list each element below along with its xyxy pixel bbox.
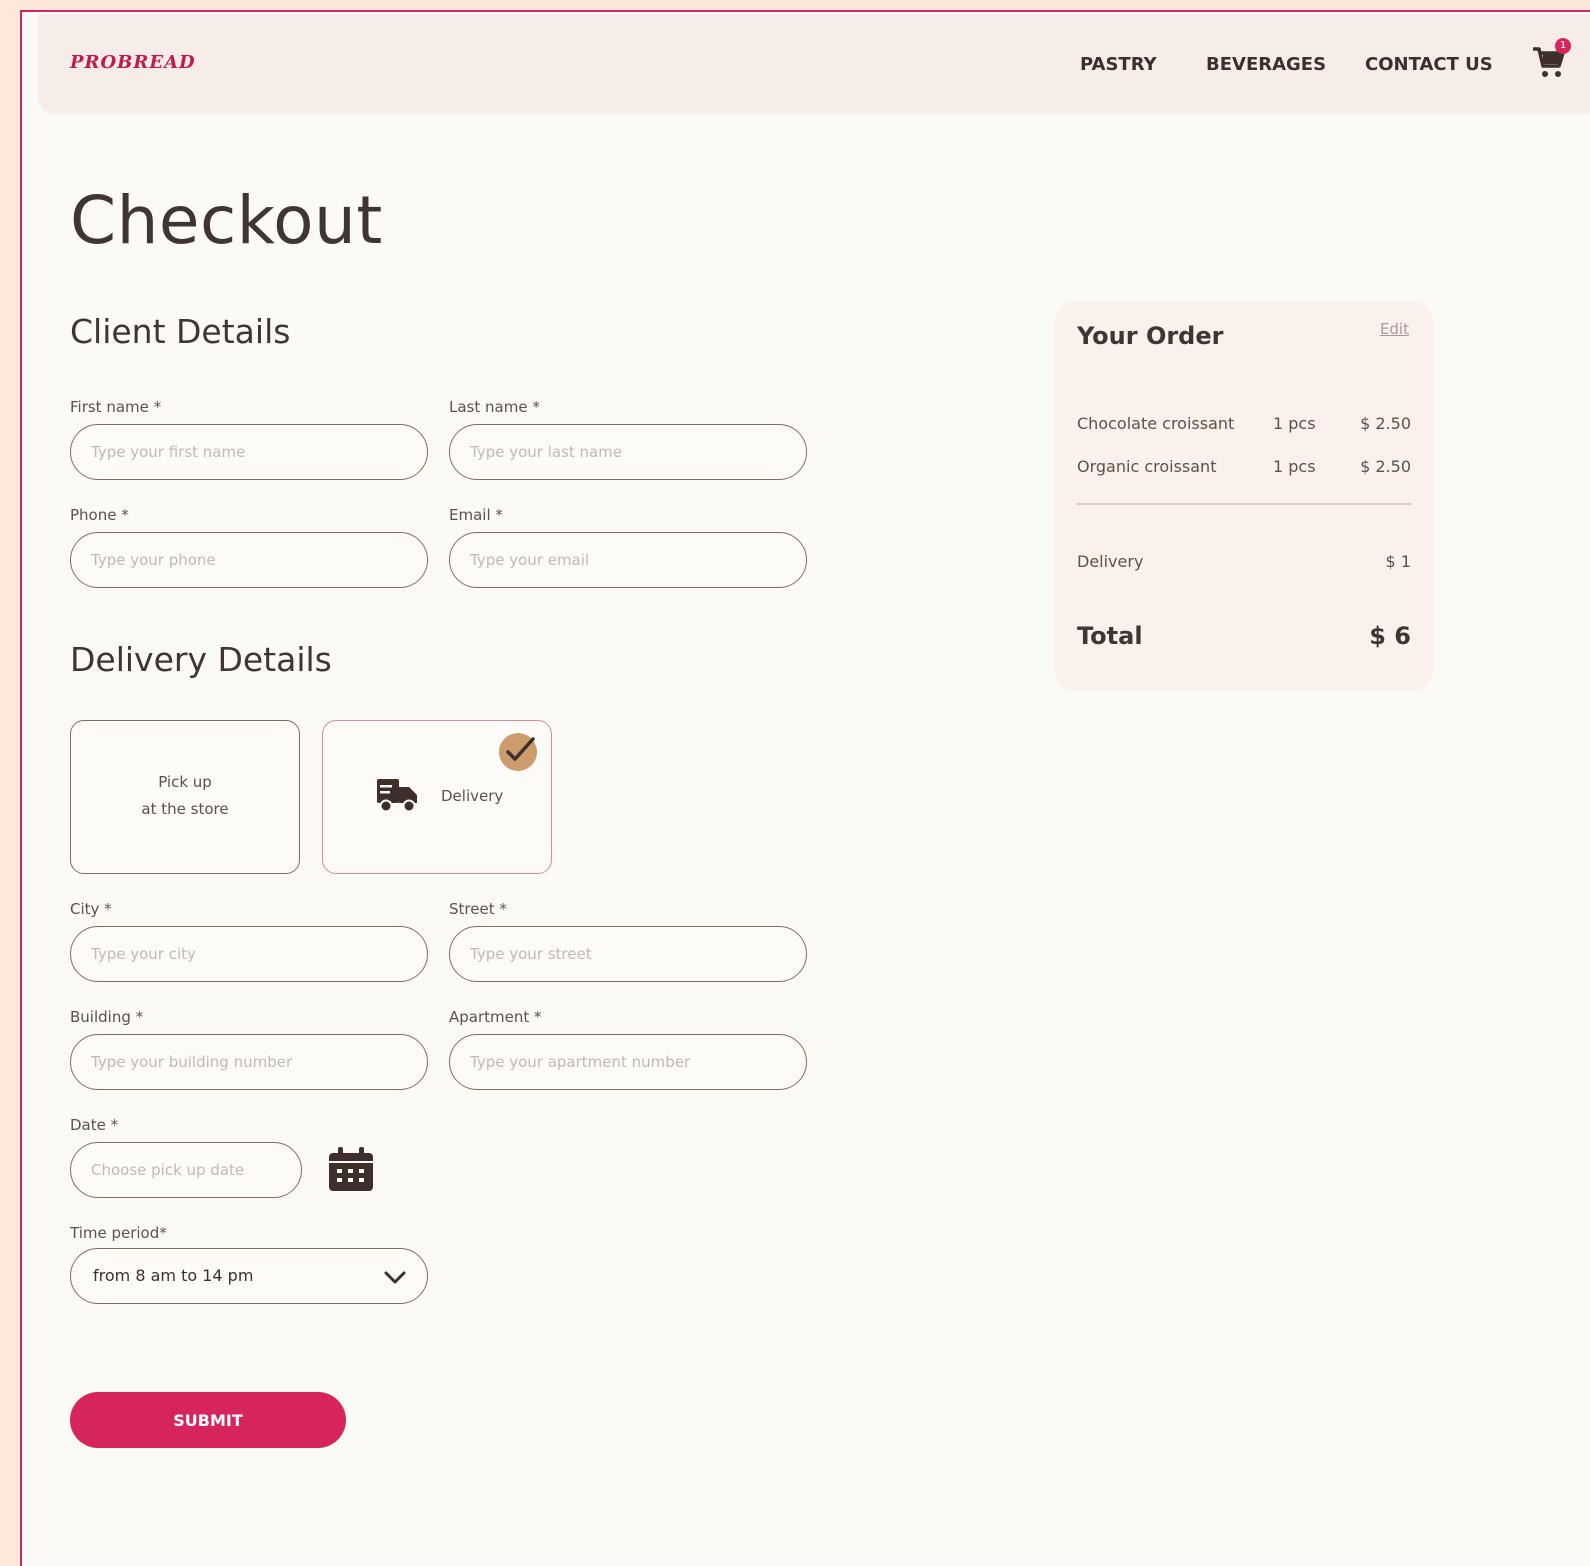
delivery-option-card[interactable]: Delivery (322, 720, 552, 874)
order-item-qty: 1 pcs (1273, 457, 1316, 476)
nav-link-pastry[interactable]: PASTRY (1080, 54, 1157, 75)
top-navbar: PROBREAD PASTRY BEVERAGES CONTACT US 1 (38, 14, 1590, 114)
delivery-details-heading: Delivery Details (70, 640, 332, 679)
city-label: City * (70, 900, 112, 918)
submit-button[interactable]: SUBMIT (70, 1392, 346, 1448)
building-label: Building * (70, 1008, 144, 1026)
page-frame: PROBREAD PASTRY BEVERAGES CONTACT US 1 C… (20, 10, 1590, 1566)
street-label: Street * (449, 900, 507, 918)
check-icon (506, 737, 535, 761)
delivery-cost-label: Delivery (1077, 552, 1144, 571)
page-title: Checkout (70, 182, 383, 259)
street-input[interactable] (449, 926, 807, 982)
order-divider (1077, 503, 1411, 505)
building-input[interactable] (70, 1034, 428, 1090)
delivery-cost-value: $ 1 (1385, 552, 1411, 571)
apartment-input[interactable] (449, 1034, 807, 1090)
order-item-name: Chocolate croissant (1077, 414, 1235, 433)
pickup-option-label: Pick up at the store (71, 769, 299, 823)
brand-logo[interactable]: PROBREAD (70, 52, 196, 73)
time-period-select[interactable]: from 8 am to 14 pm (70, 1248, 428, 1304)
order-item-name: Organic croissant (1077, 457, 1217, 476)
date-label: Date * (70, 1116, 119, 1134)
pickup-option-card[interactable]: Pick up at the store (70, 720, 300, 874)
order-title: Your Order (1077, 322, 1224, 350)
date-input[interactable] (70, 1142, 302, 1198)
apartment-label: Apartment * (449, 1008, 542, 1026)
last-name-input[interactable] (449, 424, 807, 480)
order-edit-link[interactable]: Edit (1380, 320, 1409, 338)
total-label: Total (1077, 622, 1143, 650)
pickup-option-line1: Pick up (158, 773, 212, 791)
order-item-qty: 1 pcs (1273, 414, 1316, 433)
phone-input[interactable] (70, 532, 428, 588)
first-name-input[interactable] (70, 424, 428, 480)
email-input[interactable] (449, 532, 807, 588)
order-item-price: $ 2.50 (1360, 414, 1411, 433)
order-summary-card: Your Order Edit Chocolate croissant 1 pc… (1055, 302, 1433, 690)
phone-label: Phone * (70, 506, 129, 524)
cart-button[interactable]: 1 (1531, 38, 1571, 84)
delivery-option-label: Delivery (441, 787, 504, 805)
client-details-heading: Client Details (70, 312, 291, 351)
total-value: $ 6 (1369, 622, 1411, 650)
time-period-value: from 8 am to 14 pm (93, 1266, 254, 1285)
first-name-label: First name * (70, 398, 162, 416)
last-name-label: Last name * (449, 398, 540, 416)
nav-link-contact-us[interactable]: CONTACT US (1365, 54, 1493, 75)
city-input[interactable] (70, 926, 428, 982)
calendar-icon[interactable] (327, 1145, 375, 1193)
order-item-price: $ 2.50 (1360, 457, 1411, 476)
email-label: Email * (449, 506, 503, 524)
selected-check-badge (499, 733, 537, 771)
pickup-option-line2: at the store (141, 800, 229, 818)
order-item-row: Organic croissant 1 pcs $ 2.50 (1077, 457, 1411, 481)
truck-icon (377, 779, 417, 813)
nav-link-beverages[interactable]: BEVERAGES (1206, 54, 1326, 75)
time-period-label: Time period* (70, 1224, 167, 1242)
cart-count-badge: 1 (1555, 38, 1571, 54)
chevron-down-icon (384, 1271, 406, 1284)
order-item-row: Chocolate croissant 1 pcs $ 2.50 (1077, 414, 1411, 438)
